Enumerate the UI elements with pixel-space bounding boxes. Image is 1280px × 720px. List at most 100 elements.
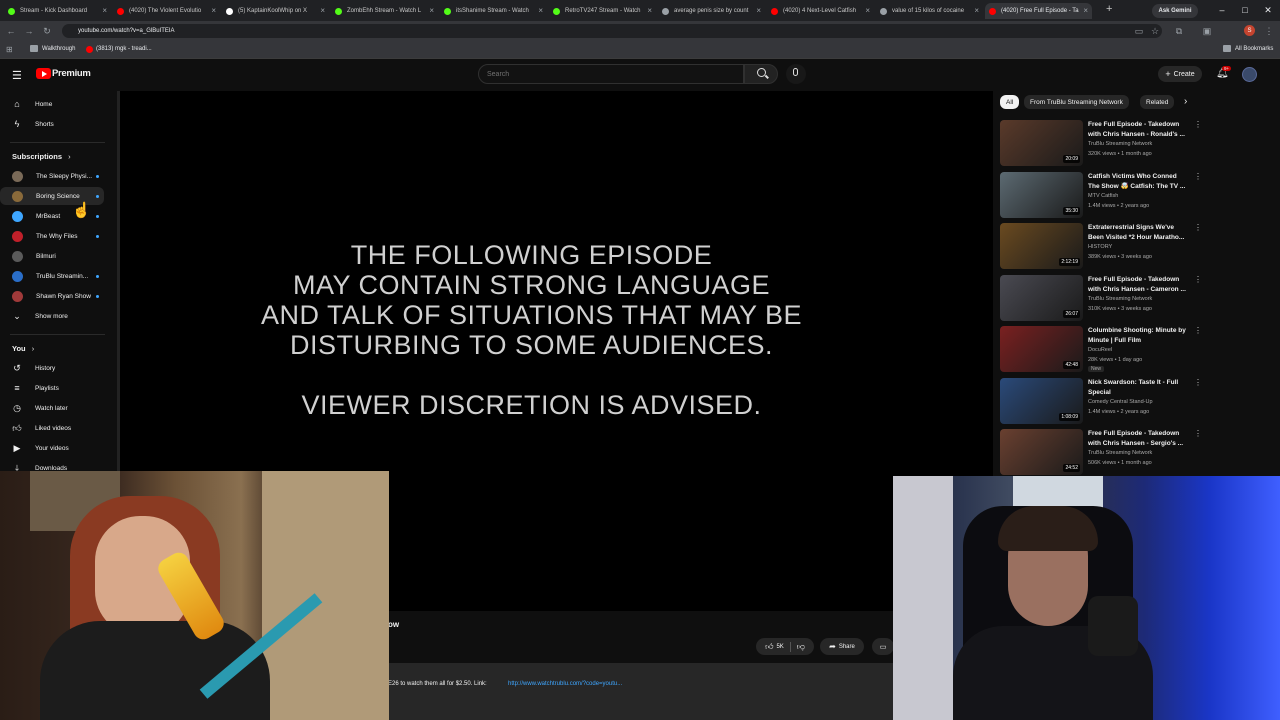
show-more-button[interactable]: ⌄ Show more (0, 307, 104, 325)
more-actions-icon[interactable]: ⋮ (1194, 326, 1202, 335)
channel-name[interactable]: TruBlu Streaming Network (1088, 141, 1152, 147)
bookmark-mgk[interactable]: (3813) mgk - treadi... (96, 46, 152, 52)
sidebar-item-home[interactable]: ⌂ Home (0, 95, 104, 113)
sidebar-item-shorts[interactable]: ϟ Shorts (0, 115, 104, 133)
more-actions-icon[interactable]: ⋮ (1194, 120, 1202, 129)
video-title[interactable]: Catfish Victims Who Conned The Show 🤯 Ca… (1088, 172, 1188, 192)
related-video[interactable]: 2:12:19 Extraterrestrial Signs We've Been… (1000, 223, 1202, 271)
tab-close-icon[interactable]: × (538, 6, 543, 15)
search-input[interactable]: Search (478, 64, 744, 84)
profile-avatar[interactable]: S (1244, 25, 1255, 36)
subscription-item[interactable]: Bilmuri (0, 247, 104, 265)
browser-tab[interactable]: (5) KaptainKoolWhip on X × (222, 3, 329, 19)
like-icon[interactable]: 👍︎ (765, 642, 773, 652)
browser-tab[interactable]: average penis size by count × (658, 3, 765, 19)
share-button[interactable]: ➦ Share (820, 638, 864, 655)
related-video[interactable]: 1:08:09 Nick Swardson: Taste It - Full Sp… (1000, 377, 1202, 426)
channel-name[interactable]: TruBlu Streaming Network (1088, 450, 1152, 456)
tab-close-icon[interactable]: × (974, 6, 979, 15)
video-title[interactable]: Columbine Shooting: Minute by Minute | F… (1088, 326, 1188, 346)
more-actions-icon[interactable]: ⋮ (1194, 378, 1202, 387)
video-thumbnail[interactable]: 35:30 (1000, 171, 1083, 218)
video-title[interactable]: Free Full Episode - Takedown with Chris … (1088, 429, 1188, 449)
channel-name[interactable]: Comedy Central Stand-Up (1088, 399, 1153, 405)
ask-gemini-button[interactable]: Ask Gemini (1152, 4, 1198, 18)
search-button[interactable] (744, 64, 778, 84)
voice-search-button[interactable] (786, 64, 806, 84)
description-link[interactable]: http://www.watchtrublu.com/?code=youtu..… (508, 681, 622, 687)
sidebar-item-history[interactable]: ↺ History (0, 359, 104, 377)
bookmark-star-icon[interactable]: ☆ (1148, 24, 1162, 38)
related-video[interactable]: 24:52 Free Full Episode - Takedown with C… (1000, 429, 1202, 477)
subscription-item[interactable]: The Why Files (0, 227, 104, 245)
related-video[interactable]: 26:07 Free Full Episode - Takedown with C… (1000, 274, 1202, 323)
maximize-button[interactable]: □ (1235, 2, 1255, 18)
related-video[interactable]: 42:48 Columbine Shooting: Minute by Minut… (1000, 326, 1202, 374)
video-thumbnail[interactable]: 42:48 (1000, 326, 1083, 372)
forward-icon[interactable]: → (22, 24, 36, 38)
tab-close-icon[interactable]: × (320, 6, 325, 15)
browser-tab[interactable]: itsShanime Stream - Watch × (440, 3, 547, 19)
chip-trublu[interactable]: From TruBlu Streaming Network (1024, 95, 1129, 109)
more-actions-icon[interactable]: ⋮ (1194, 275, 1202, 284)
tab-close-icon[interactable]: × (756, 6, 761, 15)
browser-tab[interactable]: (4020) The Violent Evolutio × (113, 3, 220, 19)
sidebar-item-your-videos[interactable]: ▶ Your videos (0, 439, 104, 457)
channel-name[interactable]: DocuReel (1088, 347, 1112, 353)
youtube-premium-logo[interactable]: Premium (52, 68, 91, 79)
description-box[interactable]: E26 to watch them all for $2.50. Link: h… (388, 663, 894, 720)
chip-all[interactable]: All (1000, 95, 1020, 109)
extensions-icon[interactable]: ⧉ (1172, 24, 1186, 38)
video-title[interactable]: Extraterrestrial Signs We've Been Visite… (1088, 223, 1188, 243)
video-title[interactable]: Free Full Episode - Takedown with Chris … (1088, 275, 1188, 295)
browser-tab[interactable]: value of 15 kilos of cocaine × (876, 3, 983, 19)
video-thumbnail[interactable]: 2:12:19 (1000, 223, 1083, 269)
apps-grid-icon[interactable]: ⊞ (6, 45, 13, 54)
video-title[interactable]: Nick Swardson: Taste It - Full Special (1088, 378, 1188, 398)
tab-close-icon[interactable]: × (211, 6, 216, 15)
like-count[interactable]: 5K (776, 644, 783, 650)
address-bar[interactable]: youtube.com/watch?v=a_GlBuITEIA (62, 24, 1162, 38)
related-video[interactable]: 20:09 Free Full Episode - Takedown with C… (1000, 120, 1202, 168)
channel-name[interactable]: HISTORY (1088, 244, 1112, 250)
chip-related[interactable]: Related (1140, 95, 1175, 109)
sidebar-item-playlists[interactable]: ≡ Playlists (0, 379, 104, 397)
browser-tab[interactable]: (4020) 4 Next-Level Catfish × (767, 3, 874, 19)
subscription-item[interactable]: Shawn Ryan Show (0, 287, 104, 305)
tab-close-icon[interactable]: × (647, 6, 652, 15)
related-video[interactable]: 35:30 Catfish Victims Who Conned The Show… (1000, 171, 1202, 220)
save-button[interactable]: ▭ (872, 638, 894, 655)
subscription-item[interactable]: TruBlu Streamin... (0, 267, 104, 285)
more-actions-icon[interactable]: ⋮ (1194, 429, 1202, 438)
video-thumbnail[interactable]: 26:07 (1000, 274, 1083, 321)
subscriptions-heading[interactable]: Subscriptions › (12, 152, 71, 161)
channel-name[interactable]: TruBlu Streaming Network (1088, 296, 1152, 302)
hamburger-menu-icon[interactable]: ☰ (12, 69, 22, 82)
browser-tab[interactable]: ZombEhh Stream - Watch L × (331, 3, 438, 19)
browser-menu-icon[interactable]: ⋮ (1262, 24, 1276, 38)
youtube-logo-icon[interactable] (36, 68, 51, 79)
you-heading[interactable]: You › (12, 344, 34, 353)
tab-close-icon[interactable]: × (102, 6, 107, 15)
more-actions-icon[interactable]: ⋮ (1194, 172, 1202, 181)
video-title[interactable]: Free Full Episode - Takedown with Chris … (1088, 120, 1188, 140)
subscription-item[interactable]: The Sleepy Physi... (0, 167, 104, 185)
video-thumbnail[interactable]: 24:52 (1000, 429, 1083, 475)
more-actions-icon[interactable]: ⋮ (1194, 223, 1202, 232)
tab-close-icon[interactable]: × (429, 6, 434, 15)
video-thumbnail[interactable]: 1:08:09 (1000, 377, 1083, 424)
dislike-icon[interactable]: 👎︎ (797, 642, 805, 652)
new-tab-button[interactable]: + (1106, 3, 1112, 15)
browser-tab[interactable]: (4020) Free Full Episode - Ta × (985, 3, 1092, 19)
account-avatar[interactable] (1242, 67, 1257, 82)
browser-tab[interactable]: Stream - Kick Dashboard × (4, 3, 111, 19)
create-button[interactable]: + Create (1158, 66, 1202, 82)
video-thumbnail[interactable]: 20:09 (1000, 120, 1083, 166)
tab-close-icon[interactable]: × (865, 6, 870, 15)
channel-name[interactable]: MTV Catfish (1088, 193, 1118, 199)
sidebar-item-watch-later[interactable]: ◷ Watch later (0, 399, 104, 417)
close-window-button[interactable]: ✕ (1258, 2, 1278, 18)
minimize-button[interactable]: – (1212, 2, 1232, 18)
chevron-right-icon[interactable]: › (1184, 96, 1187, 107)
browser-tab[interactable]: RetroTV247 Stream - Watch × (549, 3, 656, 19)
